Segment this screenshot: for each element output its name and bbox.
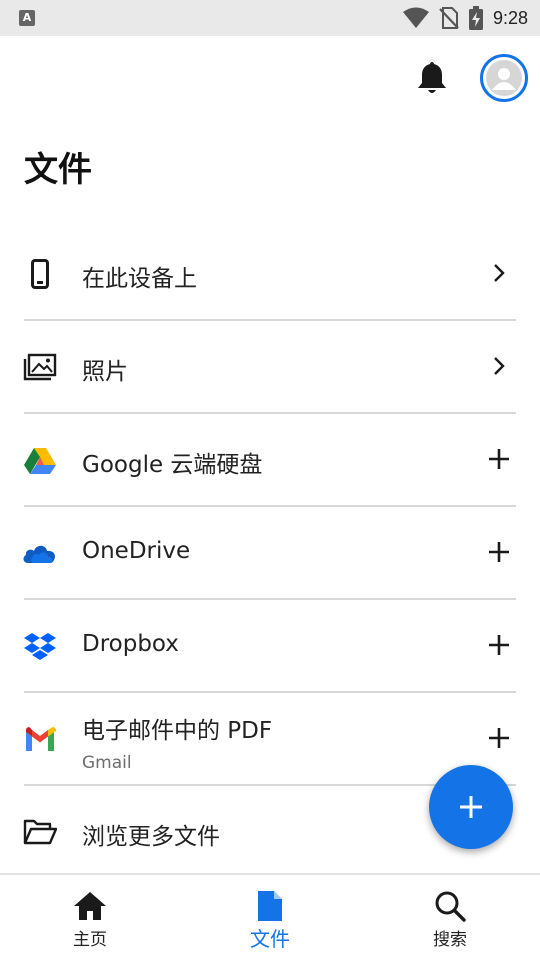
nav-search[interactable]: 搜索 — [360, 875, 540, 960]
battery-charging-icon — [468, 6, 483, 30]
plus-icon — [460, 796, 482, 818]
location-onedrive[interactable]: OneDrive — [0, 507, 540, 600]
add-fab-button[interactable] — [429, 765, 513, 849]
dropbox-icon — [22, 630, 58, 662]
plus-icon — [486, 632, 512, 658]
location-sublabel: Gmail — [82, 753, 132, 773]
location-photos[interactable]: 照片 — [0, 321, 540, 414]
home-icon — [72, 889, 108, 923]
page-title: 文件 — [24, 150, 92, 190]
location-label: 电子邮件中的 PDF — [82, 718, 273, 744]
plus-icon — [486, 725, 512, 751]
status-indicators: 9:28 — [402, 0, 540, 36]
plus-icon — [486, 539, 512, 565]
nav-label: 搜索 — [433, 930, 467, 950]
location-label: OneDrive — [82, 538, 191, 564]
nav-home[interactable]: 主页 — [0, 875, 180, 960]
avatar-placeholder — [486, 60, 522, 96]
folder-open-icon — [22, 816, 58, 848]
account-avatar-icon[interactable] — [480, 54, 528, 102]
gmail-icon — [22, 723, 58, 755]
location-on-device[interactable]: 在此设备上 — [0, 228, 540, 321]
photos-icon — [22, 351, 58, 383]
chevron-right-icon — [486, 353, 512, 379]
location-dropbox[interactable]: Dropbox — [0, 600, 540, 693]
phone-icon — [22, 258, 58, 290]
file-icon — [252, 889, 288, 923]
location-label: 浏览更多文件 — [82, 824, 220, 850]
status-bar: A 9:28 — [0, 0, 540, 36]
location-label: 照片 — [82, 359, 128, 385]
bottom-navigation: 主页 文件 搜索 — [0, 873, 540, 960]
no-sim-icon — [439, 7, 459, 29]
notification-bell-icon[interactable] — [416, 60, 448, 100]
google-drive-icon — [22, 444, 58, 476]
app-notification-icon: A — [19, 10, 35, 26]
location-label: 在此设备上 — [82, 266, 197, 292]
nav-files[interactable]: 文件 — [180, 875, 360, 960]
nav-label: 主页 — [73, 930, 107, 950]
app-bar — [0, 36, 540, 120]
location-label: Google 云端硬盘 — [82, 452, 263, 478]
search-icon — [432, 889, 468, 923]
onedrive-icon — [22, 537, 58, 569]
chevron-right-icon — [486, 260, 512, 286]
plus-icon — [486, 446, 512, 472]
wifi-icon — [402, 7, 429, 28]
location-google-drive[interactable]: Google 云端硬盘 — [0, 414, 540, 507]
nav-label: 文件 — [250, 927, 290, 951]
status-time: 9:28 — [492, 7, 528, 28]
location-label: Dropbox — [82, 631, 179, 657]
